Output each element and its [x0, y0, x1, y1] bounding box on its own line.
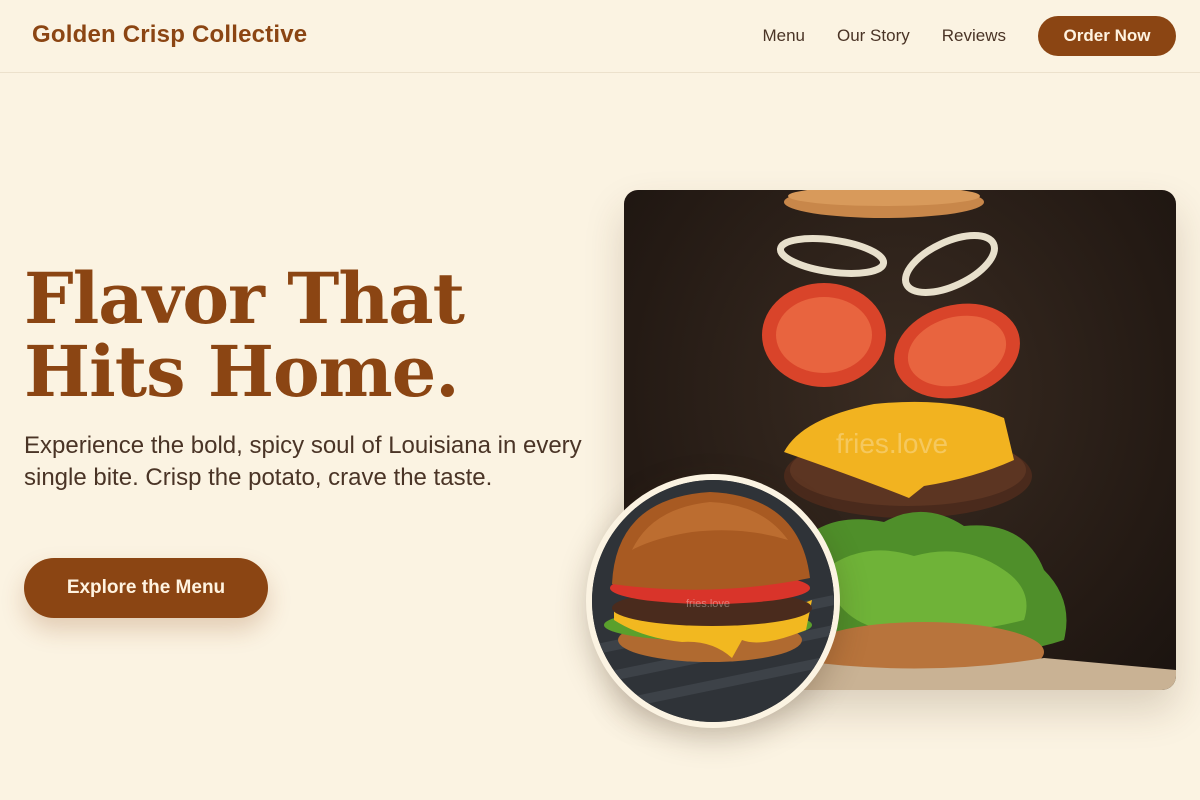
order-now-button[interactable]: Order Now: [1038, 16, 1176, 56]
main-nav: Menu Our Story Reviews Order Now: [762, 16, 1176, 56]
hero-title: Flavor That Hits Home.: [24, 257, 465, 413]
nav-our-story-link[interactable]: Our Story: [837, 16, 910, 56]
watermark-inset-text: fries.love: [686, 598, 731, 610]
hero-subtitle: Experience the bold, spicy soul of Louis…: [24, 432, 582, 491]
nav-reviews-link[interactable]: Reviews: [942, 16, 1006, 56]
burger-inset-image: fries.love: [586, 474, 840, 728]
explore-menu-button[interactable]: Explore the Menu: [24, 558, 268, 618]
site-header: Golden Crisp Collective Menu Our Story R…: [0, 0, 1200, 73]
nav-menu-link[interactable]: Menu: [762, 16, 805, 56]
watermark-text: fries.love: [836, 428, 949, 459]
brand-logo[interactable]: Golden Crisp Collective: [32, 21, 307, 49]
